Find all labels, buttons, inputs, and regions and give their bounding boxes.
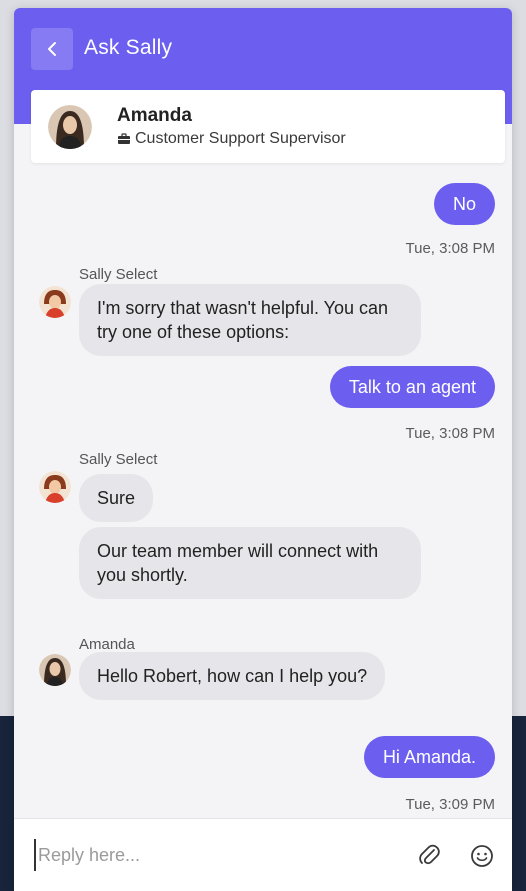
message-list: No Tue, 3:08 PM Sally Select I'm sorry t… bbox=[14, 163, 512, 813]
bot-avatar bbox=[39, 286, 71, 318]
reply-bar bbox=[14, 818, 512, 891]
user-message-bubble: Hi Amanda. bbox=[363, 736, 495, 778]
agent-avatar bbox=[48, 105, 92, 149]
message-timestamp: Tue, 3:09 PM bbox=[405, 796, 496, 813]
chevron-left-icon bbox=[48, 42, 56, 56]
agent-card: Amanda Customer Support Supervisor bbox=[31, 90, 505, 163]
chat-widget: Ask Sally Amanda Customer Support Superv… bbox=[14, 8, 512, 891]
user-message-bubble: No bbox=[433, 183, 495, 225]
user-message-bubble: Talk to an agent bbox=[329, 366, 495, 408]
agent-name: Amanda bbox=[117, 105, 192, 126]
header-title: Ask Sally bbox=[84, 36, 173, 59]
bot-message-bubble: Sure bbox=[79, 474, 154, 522]
briefcase-icon bbox=[118, 133, 130, 144]
sender-name: Sally Select bbox=[79, 266, 158, 283]
message-timestamp: Tue, 3:08 PM bbox=[405, 240, 496, 257]
sender-name: Amanda bbox=[79, 636, 135, 653]
paperclip-icon[interactable] bbox=[418, 843, 440, 867]
sender-name: Sally Select bbox=[79, 451, 158, 468]
agent-role: Customer Support Supervisor bbox=[117, 130, 346, 148]
back-button[interactable] bbox=[31, 28, 73, 70]
agent-role-label: Customer Support Supervisor bbox=[135, 130, 346, 147]
bot-message-bubble: Our team member will connect with you sh… bbox=[79, 527, 421, 599]
message-timestamp: Tue, 3:08 PM bbox=[405, 425, 496, 442]
bot-avatar bbox=[39, 471, 71, 503]
agent-message-avatar bbox=[39, 654, 71, 686]
emoji-icon[interactable] bbox=[470, 844, 494, 868]
reply-input[interactable] bbox=[34, 839, 394, 871]
bot-message-bubble: I'm sorry that wasn't helpful. You can t… bbox=[79, 284, 421, 356]
agent-message-bubble: Hello Robert, how can I help you? bbox=[79, 652, 386, 700]
